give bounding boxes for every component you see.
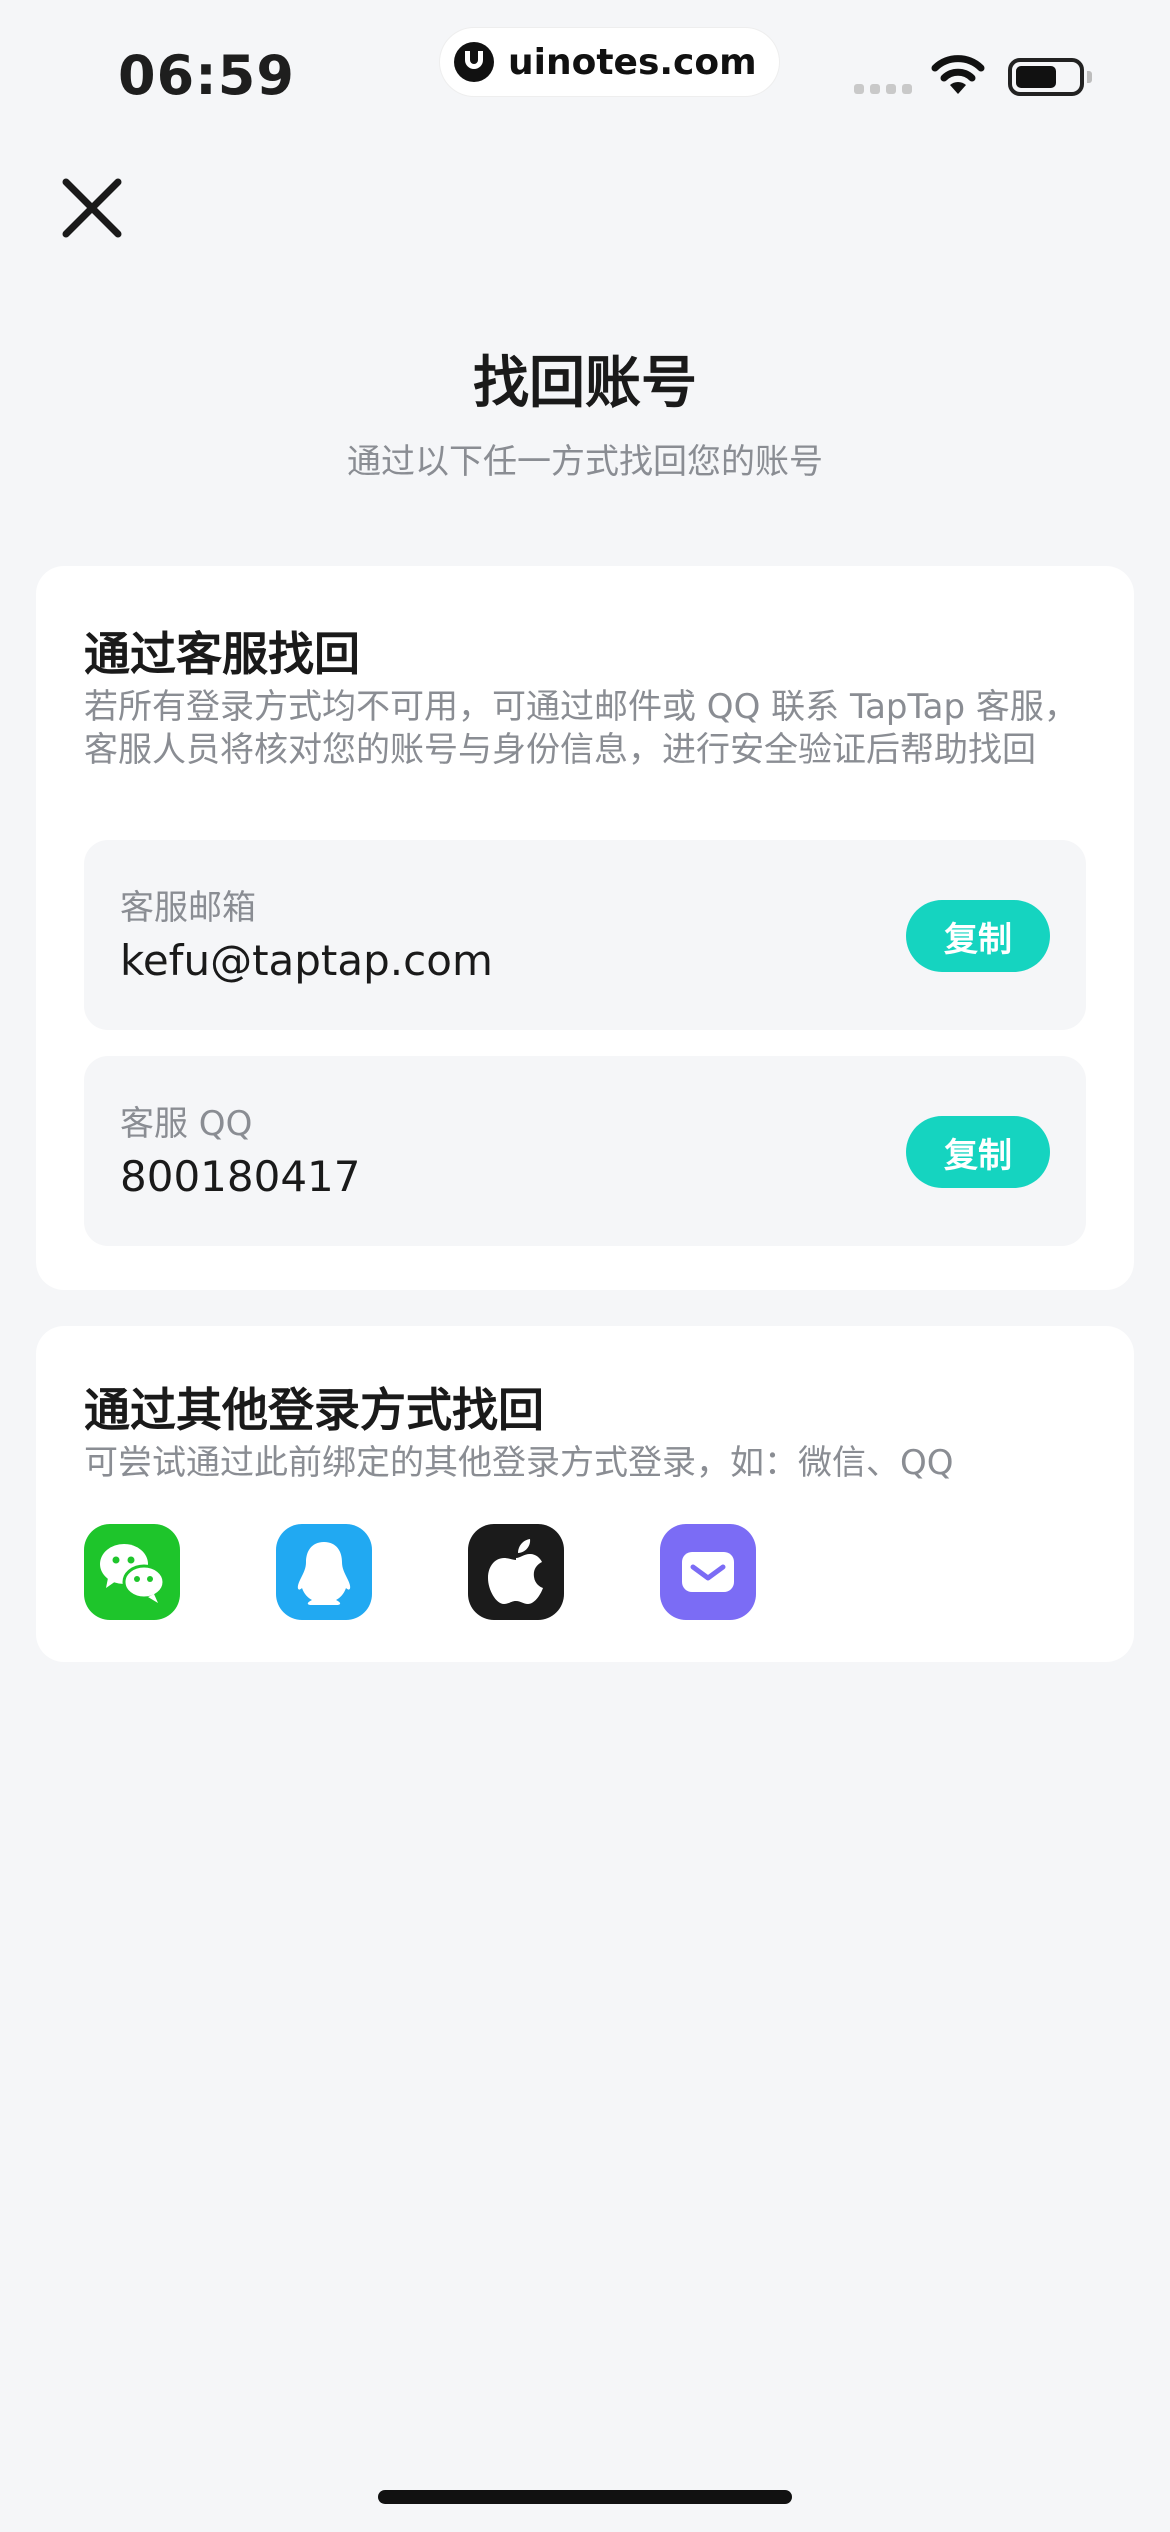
battery-icon <box>1008 58 1092 96</box>
support-email-label: 客服邮箱 <box>120 888 256 928</box>
other-login-card: 通过其他登录方式找回 可尝试通过此前绑定的其他登录方式登录，如：微信、QQ <box>36 1326 1134 1662</box>
other-login-description: 可尝试通过此前绑定的其他登录方式登录，如：微信、QQ <box>84 1443 954 1483</box>
watermark-logo-icon <box>454 42 494 82</box>
copy-email-button[interactable]: 复制 <box>906 900 1050 972</box>
qq-icon[interactable] <box>276 1524 372 1620</box>
wechat-icon[interactable] <box>84 1524 180 1620</box>
wifi-icon <box>931 55 985 94</box>
page-subtitle: 通过以下任一方式找回您的账号 <box>347 442 823 482</box>
support-email-box: 客服邮箱 kefu@taptap.com 复制 <box>84 840 1086 1030</box>
close-icon[interactable] <box>56 172 128 244</box>
mail-icon[interactable] <box>660 1524 756 1620</box>
status-bar: 06:59 uinotes.com <box>0 0 1170 130</box>
login-methods <box>84 1524 756 1620</box>
page-title: 找回账号 <box>473 351 697 416</box>
support-qq-box: 客服 QQ 800180417 复制 <box>84 1056 1086 1246</box>
support-email-value: kefu@taptap.com <box>120 936 493 985</box>
watermark-badge: uinotes.com <box>440 28 779 96</box>
status-time: 06:59 <box>118 44 295 107</box>
watermark-text: uinotes.com <box>508 41 757 83</box>
support-recovery-card: 通过客服找回 若所有登录方式均不可用，可通过邮件或 QQ 联系 TapTap 客… <box>36 566 1134 1290</box>
apple-icon[interactable] <box>468 1524 564 1620</box>
support-qq-value: 800180417 <box>120 1152 361 1201</box>
cellular-signal-icon <box>854 84 912 94</box>
support-section-description: 若所有登录方式均不可用，可通过邮件或 QQ 联系 TapTap 客服，客服人员将… <box>84 687 1078 770</box>
copy-qq-button[interactable]: 复制 <box>906 1116 1050 1188</box>
other-login-title: 通过其他登录方式找回 <box>84 1383 544 1437</box>
support-section-title: 通过客服找回 <box>84 627 360 681</box>
support-qq-label: 客服 QQ <box>120 1104 253 1144</box>
home-indicator[interactable] <box>378 2490 792 2504</box>
